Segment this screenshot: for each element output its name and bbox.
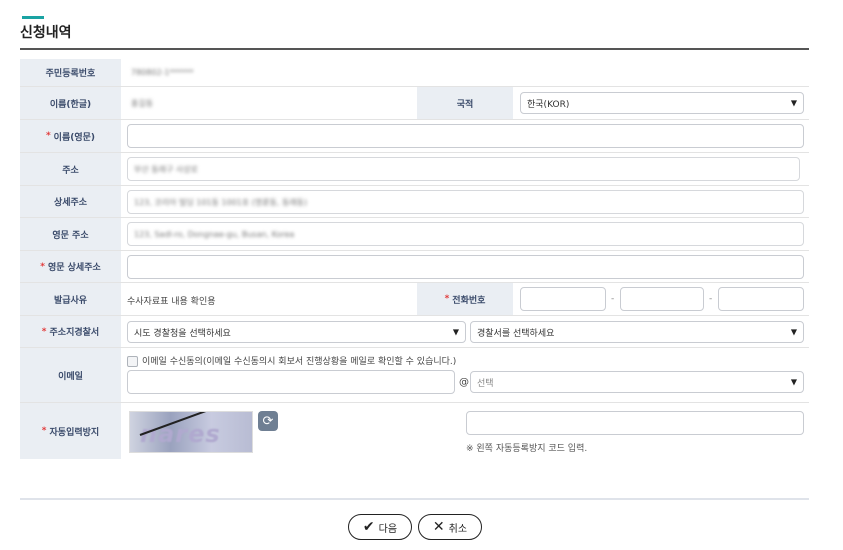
chevron-down-icon: ▼	[790, 327, 797, 337]
page-title: 신청내역	[20, 25, 72, 41]
address-label: 주소	[20, 153, 121, 185]
next-button[interactable]: ✔ 다음	[348, 514, 412, 540]
name-korean-value: 홍길동	[131, 99, 154, 108]
address-english-detail-label: * 영문 상세주소	[20, 251, 121, 282]
issue-reason-label: 발급사유	[20, 283, 121, 315]
address-detail-input[interactable]: 123, 코리아 빌딩 101동 1001호 (명륜동, 동래동)	[127, 190, 804, 214]
address-english-detail-input[interactable]	[127, 255, 804, 279]
row-address: 주소 부산 동래구 사상로	[20, 153, 809, 186]
row-captcha: * 자동입력방지 nares ⟳ ※ 왼쪽 자동등록방지 코드 입력.	[20, 403, 809, 459]
cancel-button[interactable]: ✕ 취소	[418, 514, 482, 540]
address-english-label: 영문 주소	[20, 218, 121, 250]
police-station-select[interactable]: 경찰서를 선택하세요 ▼	[470, 321, 804, 343]
top-divider	[20, 48, 809, 50]
nationality-select[interactable]: 한국(KOR) ▼	[520, 92, 804, 114]
close-icon: ✕	[432, 519, 445, 535]
phone-part1-input[interactable]	[520, 287, 606, 311]
row-email: 이메일 이메일 수신동의(이메일 수신동의시 회보서 진행상황을 메일로 확인할…	[20, 348, 809, 403]
police-station-label: * 주소지경찰서	[20, 316, 121, 347]
address-english-input[interactable]: 123, Sadl-ro, Dongnae-gu, Busan, Korea	[127, 222, 804, 246]
row-address-detail: 상세주소 123, 코리아 빌딩 101동 1001호 (명륜동, 동래동)	[20, 186, 809, 218]
name-english-input[interactable]	[127, 124, 804, 148]
resident-number-value: 780802-1******	[131, 68, 194, 77]
email-consent-checkbox[interactable]	[127, 356, 138, 367]
row-resident-number: 주민등록번호 780802-1******	[20, 59, 809, 87]
at-sign: @	[459, 377, 469, 388]
email-label: 이메일	[20, 348, 121, 402]
bottom-divider	[20, 498, 809, 500]
row-police-station: * 주소지경찰서 시도 경찰청을 선택하세요 ▼ 경찰서를 선택하세요 ▼	[20, 316, 809, 348]
email-domain-select[interactable]: 선택 ▼	[470, 371, 804, 393]
application-form: 주민등록번호 780802-1****** 이름(한글) 홍길동 국적 한국(K…	[20, 59, 809, 459]
refresh-icon[interactable]: ⟳	[258, 411, 278, 431]
phone-label: * 전화번호	[417, 283, 513, 315]
phone-separator: -	[611, 294, 615, 304]
chevron-down-icon: ▼	[790, 377, 797, 387]
phone-part2-input[interactable]	[620, 287, 704, 311]
title-accent-bar	[22, 16, 44, 19]
nationality-label: 국적	[417, 87, 513, 119]
phone-part3-input[interactable]	[718, 287, 804, 311]
address-field: 부산 동래구 사상로	[127, 157, 800, 181]
resident-number-label: 주민등록번호	[20, 59, 121, 86]
row-name-korean: 이름(한글) 홍길동 국적 한국(KOR) ▼	[20, 87, 809, 120]
issue-reason-value: 수사자료표 내용 확인용	[127, 297, 216, 307]
email-id-input[interactable]	[127, 370, 455, 394]
captcha-hint: ※ 왼쪽 자동등록방지 코드 입력.	[466, 444, 588, 454]
name-english-label: * 이름(영문)	[20, 120, 121, 152]
email-consent[interactable]: 이메일 수신동의(이메일 수신동의시 회보서 진행상황을 메일로 확인할 수 있…	[127, 354, 456, 367]
address-detail-label: 상세주소	[20, 186, 121, 217]
row-address-english: 영문 주소 123, Sadl-ro, Dongnae-gu, Busan, K…	[20, 218, 809, 251]
phone-separator: -	[709, 294, 713, 304]
chevron-down-icon: ▼	[790, 98, 797, 108]
row-name-english: * 이름(영문)	[20, 120, 809, 153]
captcha-label: * 자동입력방지	[20, 403, 121, 459]
check-icon: ✔	[362, 519, 375, 535]
name-korean-label: 이름(한글)	[20, 87, 121, 119]
row-issue-reason: 발급사유 수사자료표 내용 확인용 * 전화번호 - -	[20, 283, 809, 316]
captcha-image: nares	[129, 411, 253, 453]
chevron-down-icon: ▼	[452, 327, 459, 337]
province-police-select[interactable]: 시도 경찰청을 선택하세요 ▼	[127, 321, 466, 343]
captcha-input[interactable]	[466, 411, 804, 435]
email-consent-label: 이메일 수신동의(이메일 수신동의시 회보서 진행상황을 메일로 확인할 수 있…	[142, 357, 457, 367]
row-address-english-detail: * 영문 상세주소	[20, 251, 809, 283]
